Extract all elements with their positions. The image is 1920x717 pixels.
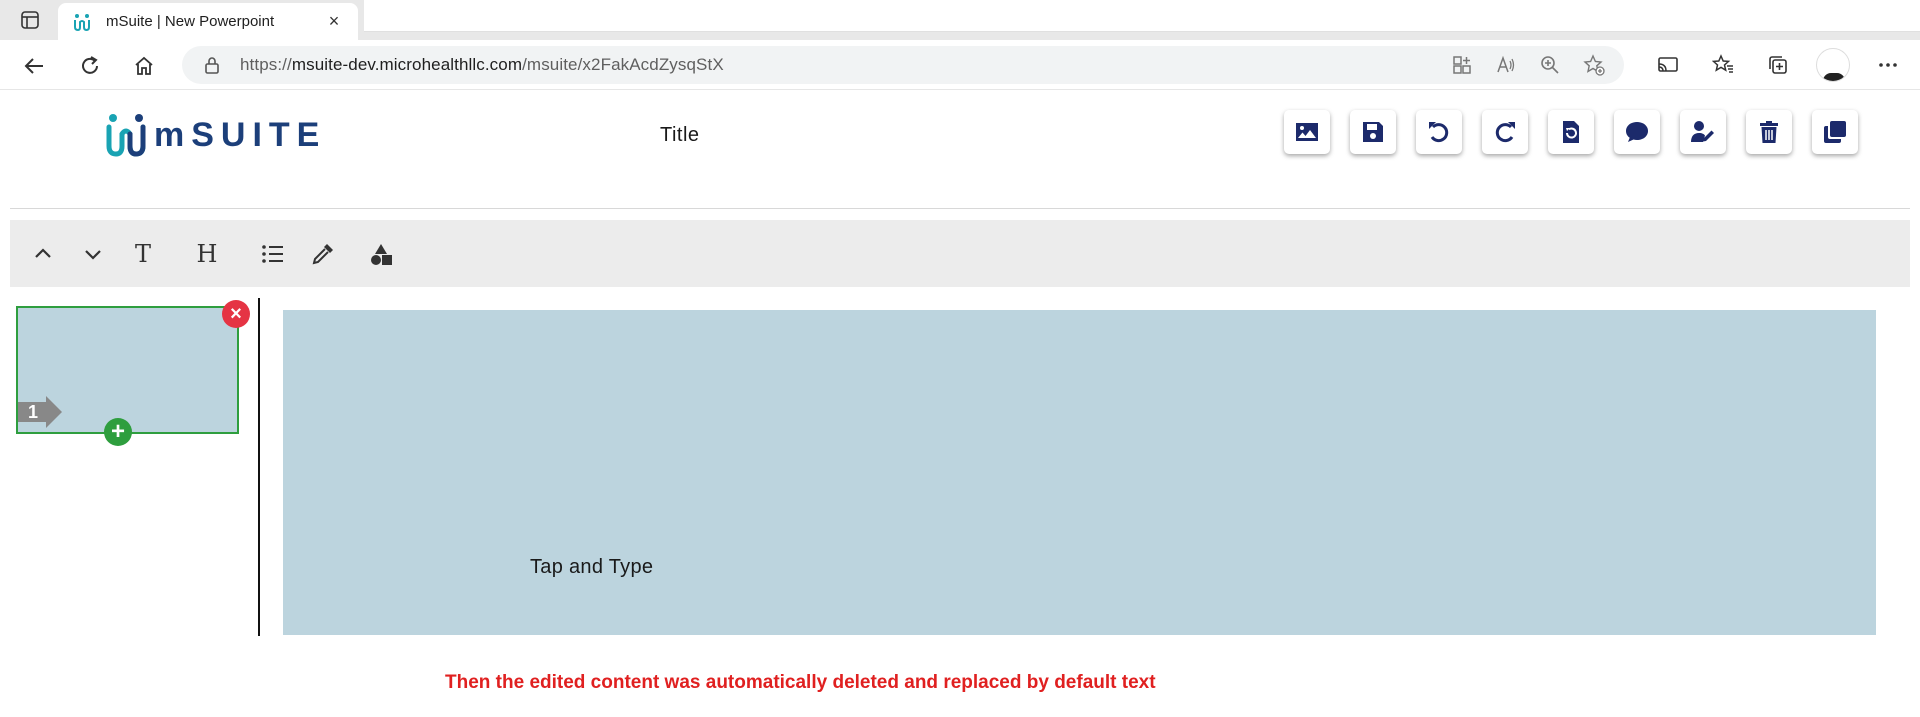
- browser-tab-bar: mSuite | New Powerpoint ×: [0, 0, 1920, 40]
- slide-canvas[interactable]: Tap and Type: [283, 310, 1876, 635]
- heading-button[interactable]: H: [182, 229, 232, 279]
- save-icon: [1363, 122, 1383, 142]
- chevron-down-icon: [85, 249, 101, 260]
- lock-icon[interactable]: [202, 55, 222, 75]
- header-divider: [10, 208, 1910, 209]
- zoom-icon[interactable]: [1538, 53, 1562, 77]
- url-field[interactable]: https://msuite-dev.microhealthllc.com/ms…: [182, 46, 1624, 84]
- undo-icon: [1429, 122, 1449, 143]
- url-text: https://msuite-dev.microhealthllc.com/ms…: [240, 55, 724, 75]
- msuite-logo[interactable]: mSUITE: [104, 112, 326, 158]
- text-button[interactable]: T: [118, 229, 168, 279]
- copy-icon: [1824, 121, 1846, 143]
- browser-address-bar: https://msuite-dev.microhealthllc.com/ms…: [0, 40, 1920, 90]
- eyedropper-icon: [312, 243, 333, 264]
- panel-divider: [258, 298, 260, 636]
- active-tab[interactable]: mSuite | New Powerpoint ×: [58, 3, 358, 40]
- file-history-icon: [1563, 121, 1579, 143]
- slide-number: 1: [28, 402, 39, 422]
- slide-thumbnail[interactable]: 1: [16, 306, 239, 434]
- history-button[interactable]: [1548, 110, 1594, 154]
- logo-text: mSUITE: [154, 115, 327, 154]
- back-icon[interactable]: [18, 50, 50, 82]
- redo-button[interactable]: [1482, 110, 1528, 154]
- msuite-logo-mark-icon: [106, 114, 146, 157]
- undo-button[interactable]: [1416, 110, 1462, 154]
- shapes-button[interactable]: [356, 229, 406, 279]
- user-edit-icon: [1691, 121, 1714, 142]
- slide-text-box[interactable]: Tap and Type: [530, 556, 653, 579]
- msuite-favicon-icon: [74, 13, 90, 31]
- image-icon: [1296, 123, 1318, 141]
- cast-icon[interactable]: [1640, 48, 1695, 82]
- url-field-actions: [1450, 46, 1606, 84]
- insert-image-button[interactable]: [1284, 110, 1330, 154]
- color-picker-button[interactable]: [298, 229, 348, 279]
- comment-icon: [1626, 122, 1648, 142]
- list-button[interactable]: [248, 229, 298, 279]
- favorites-icon[interactable]: [1695, 48, 1750, 82]
- annotation-note: Then the edited content was automaticall…: [445, 672, 1156, 693]
- home-icon[interactable]: [128, 50, 160, 82]
- browser-toolbar-right: [1640, 48, 1915, 82]
- redo-icon: [1495, 122, 1515, 143]
- app-available-icon[interactable]: [1450, 53, 1474, 77]
- tab-actions-icon[interactable]: [14, 8, 46, 32]
- move-up-button[interactable]: [18, 229, 68, 279]
- format-toolbar: T H: [10, 220, 1910, 287]
- tab-strip-empty: [364, 0, 1920, 32]
- action-toolbar: [1284, 110, 1858, 154]
- url-host: msuite-dev.microhealthllc.com: [291, 55, 523, 74]
- url-path: /msuite/x2FakAcdZysqStX: [522, 55, 724, 74]
- document-title[interactable]: Title: [660, 124, 700, 147]
- text-icon: T: [134, 239, 151, 268]
- add-favorite-icon[interactable]: [1582, 53, 1606, 77]
- trash-icon: [1760, 121, 1778, 143]
- delete-slide-icon[interactable]: ×: [222, 300, 250, 328]
- delete-button[interactable]: [1746, 110, 1792, 154]
- save-button[interactable]: [1350, 110, 1396, 154]
- tab-close-icon[interactable]: ×: [324, 11, 344, 32]
- avatar: [1815, 48, 1850, 82]
- move-down-button[interactable]: [68, 229, 118, 279]
- add-slide-icon[interactable]: +: [104, 418, 132, 446]
- profile-avatar[interactable]: [1805, 48, 1860, 82]
- shapes-icon: [371, 243, 392, 265]
- list-icon: [262, 244, 283, 263]
- comments-button[interactable]: [1614, 110, 1660, 154]
- heading-icon: H: [196, 239, 218, 268]
- read-aloud-icon[interactable]: [1494, 53, 1518, 77]
- duplicate-button[interactable]: [1812, 110, 1858, 154]
- app-header: mSUITE Title: [0, 90, 1920, 209]
- collections-icon[interactable]: [1750, 48, 1805, 82]
- chevron-up-icon: [35, 247, 51, 258]
- tab-title: mSuite | New Powerpoint: [106, 13, 275, 30]
- current-slide-indicator: 1: [18, 396, 64, 428]
- slide-thumbnail-panel: 1 × +: [0, 298, 258, 636]
- edit-user-button[interactable]: [1680, 110, 1726, 154]
- url-prefix: https://: [240, 55, 292, 74]
- more-options-icon[interactable]: [1860, 48, 1915, 82]
- refresh-icon[interactable]: [74, 50, 106, 82]
